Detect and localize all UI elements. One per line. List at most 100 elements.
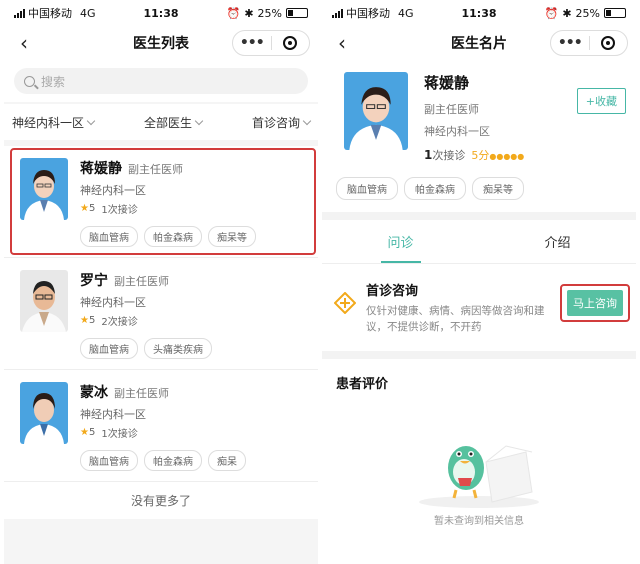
filter-service[interactable]: 首诊咨询 <box>251 114 312 131</box>
chevron-down-icon <box>194 116 204 125</box>
status-bar: 中国移动 4G 11:38 ⏰ ✱ 25% <box>322 0 636 26</box>
chevron-left-icon: ‹ <box>20 31 28 55</box>
nav-bar: ‹ 医生列表 ••• <box>4 26 318 60</box>
chevron-down-icon <box>302 116 312 125</box>
close-circle-icon <box>601 36 616 50</box>
specialty-tag: 痴呆 <box>208 450 246 471</box>
doctor-rating: 5 <box>88 203 96 214</box>
filter-doctor-type[interactable]: 全部医生 <box>143 114 204 131</box>
tab-consultation[interactable]: 问诊 <box>322 220 479 263</box>
favorite-button[interactable]: +收藏 <box>576 88 626 114</box>
battery-icon <box>604 8 626 18</box>
filter-label: 全部医生 <box>143 115 192 130</box>
specialty-tag: 头痛类疾病 <box>144 338 212 359</box>
specialty-tag: 帕金森病 <box>404 177 466 200</box>
doctor-card[interactable]: 蒋媛静 副主任医师 神经内科一区 ★5 1次接诊 脑血管病 帕金森病 痴呆等 <box>4 146 318 258</box>
no-more-text: 没有更多了 <box>4 482 318 519</box>
alarm-icon: ⏰ <box>544 6 559 20</box>
back-button[interactable]: ‹ <box>330 31 354 55</box>
specialty-tag: 脑血管病 <box>336 177 398 200</box>
specialty-tag: 脑血管病 <box>80 226 138 247</box>
empty-state: 暂未查询到相关信息 <box>322 406 636 527</box>
nav-bar: ‹ 医生名片 ••• <box>322 26 636 60</box>
consult-service: 首诊咨询 仅针对健康、病情、病因等做咨询和建议，不提供诊断，不开药 马上咨询 <box>322 264 636 351</box>
search-input[interactable]: 搜索 <box>14 68 308 94</box>
more-menu-button[interactable]: ••• <box>233 35 271 51</box>
specialty-tag: 脑血管病 <box>80 338 138 359</box>
search-icon <box>24 75 35 87</box>
battery-icon <box>286 8 308 18</box>
miniprogram-capsule: ••• <box>550 30 628 56</box>
empty-mascot-icon <box>419 445 539 508</box>
signal-icon <box>14 8 25 18</box>
carrier: 中国移动 <box>346 7 390 20</box>
doctor-card[interactable]: 罗宁 副主任医师 神经内科一区 ★5 2次接诊 脑血管病 头痛类疾病 <box>4 258 318 370</box>
chevron-down-icon <box>86 116 96 125</box>
star-rating-icon: ●●●●● <box>489 152 525 161</box>
reviews-title: 患者评价 <box>336 377 389 392</box>
bluetooth-icon: ✱ <box>562 6 572 20</box>
more-menu-button[interactable]: ••• <box>551 35 589 51</box>
filter-label: 神经内科一区 <box>12 115 85 130</box>
doctor-visits: 1次接诊 <box>101 205 138 216</box>
filter-label: 首诊咨询 <box>251 115 300 130</box>
filter-department[interactable]: 神经内科一区 <box>12 114 96 131</box>
back-button[interactable]: ‹ <box>12 31 36 55</box>
doctor-title: 副主任医师 <box>128 163 183 176</box>
doctor-score: 5分 <box>471 149 490 162</box>
consult-description: 仅针对健康、病情、病因等做咨询和建议，不提供诊断，不开药 <box>366 305 545 333</box>
battery-percent: 25% <box>257 6 282 20</box>
consult-now-button[interactable]: 马上咨询 <box>567 290 623 316</box>
specialty-tag: 脑血管病 <box>80 450 138 471</box>
doctor-dept: 神经内科一区 <box>424 125 490 138</box>
visits-label: 次接诊 <box>432 149 466 162</box>
doctor-avatar <box>20 382 68 444</box>
doctor-name: 蒙冰 <box>80 385 108 401</box>
doctor-avatar <box>344 72 408 150</box>
search-placeholder: 搜索 <box>41 74 66 89</box>
close-miniprogram-button[interactable] <box>272 36 310 50</box>
doctor-list: 蒋媛静 副主任医师 神经内科一区 ★5 1次接诊 脑血管病 帕金森病 痴呆等 罗宁副… <box>4 146 318 519</box>
consult-title: 首诊咨询 <box>366 284 419 299</box>
specialty-tag: 帕金森病 <box>144 226 202 247</box>
doctor-name: 罗宁 <box>80 273 108 289</box>
close-miniprogram-button[interactable] <box>590 36 628 50</box>
tab-introduction[interactable]: 介绍 <box>479 220 636 263</box>
miniprogram-capsule: ••• <box>232 30 310 56</box>
doctor-list-screen: 中国移动 4G 11:38 ⏰ ✱ 25% ‹ 医生列表 ••• 搜索 神经内科… <box>4 0 318 564</box>
doctor-name: 蒋媛静 <box>80 161 122 177</box>
network-type: 4G <box>398 6 414 20</box>
specialty-tag: 帕金森病 <box>144 450 202 471</box>
doctor-title: 副主任医师 <box>114 387 169 400</box>
network-type: 4G <box>80 6 96 20</box>
doctor-profile-screen: 中国移动 4G 11:38 ⏰ ✱ 25% ‹ 医生名片 ••• 蒋媛静 副主任… <box>322 0 636 564</box>
star-icon: ★ <box>80 203 89 214</box>
consult-plus-icon <box>334 292 356 314</box>
specialty-tag: 痴呆等 <box>472 177 524 200</box>
doctor-dept: 神经内科一区 <box>80 296 146 309</box>
star-icon: ★ <box>80 315 89 326</box>
doctor-title: 副主任医师 <box>114 275 169 288</box>
profile-tabs: 问诊 介绍 <box>322 220 636 264</box>
doctor-card[interactable]: 蒙冰 副主任医师 神经内科一区 ★5 1次接诊 脑血管病 帕金森病 痴呆 <box>4 370 318 482</box>
doctor-visits: 2次接诊 <box>101 317 138 328</box>
carrier: 中国移动 <box>28 7 72 20</box>
filter-bar: 神经内科一区 全部医生 首诊咨询 <box>4 104 318 140</box>
close-circle-icon <box>283 36 298 50</box>
doctor-visits: 1次接诊 <box>101 429 138 440</box>
doctor-rating: 5 <box>88 315 96 326</box>
specialty-tag: 痴呆等 <box>208 226 256 247</box>
signal-icon <box>332 8 343 18</box>
doctor-dept: 神经内科一区 <box>80 408 146 421</box>
doctor-profile-card: 蒋媛静 副主任医师 神经内科一区 1次接诊 5分●●●●● +收藏 <box>322 60 636 171</box>
alarm-icon: ⏰ <box>226 6 241 20</box>
bluetooth-icon: ✱ <box>244 6 254 20</box>
status-bar: 中国移动 4G 11:38 ⏰ ✱ 25% <box>4 0 318 26</box>
doctor-rating: 5 <box>88 427 96 438</box>
doctor-avatar <box>20 270 68 332</box>
star-icon: ★ <box>80 427 89 438</box>
doctor-dept: 神经内科一区 <box>80 184 146 197</box>
doctor-avatar <box>20 158 68 220</box>
battery-percent: 25% <box>575 6 600 20</box>
chevron-left-icon: ‹ <box>338 31 346 55</box>
